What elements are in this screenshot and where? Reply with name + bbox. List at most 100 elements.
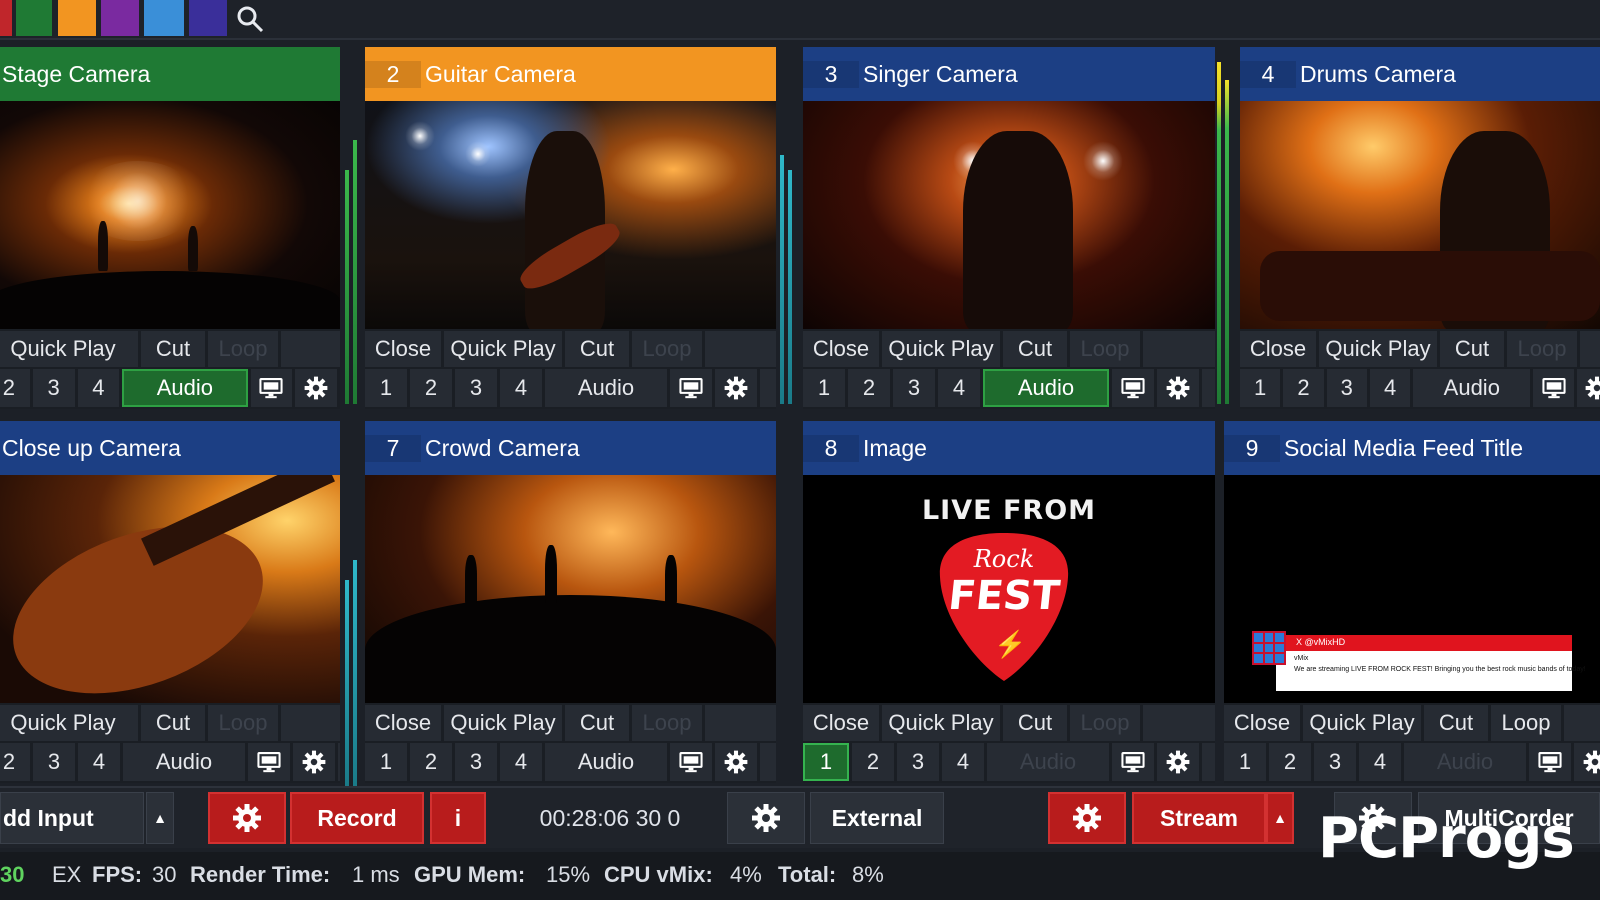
overlay-4-button[interactable]: 4	[938, 369, 980, 407]
spare-button[interactable]	[1202, 369, 1215, 407]
loop-button[interactable]: Loop	[1070, 331, 1140, 367]
overlay-3-button[interactable]: 3	[455, 369, 497, 407]
color-swatch-indigo[interactable]	[189, 0, 227, 36]
loop-button[interactable]: Loop	[1491, 705, 1561, 741]
input-settings-button[interactable]	[715, 369, 757, 407]
external-button[interactable]: External	[810, 792, 944, 844]
overlay-4-button[interactable]: 4	[500, 369, 542, 407]
overlay-3-button[interactable]: 3	[897, 743, 939, 781]
preview-monitor-button[interactable]	[1112, 369, 1154, 407]
overlay-4-button[interactable]: 4	[78, 743, 120, 781]
record-info-button[interactable]: i	[430, 792, 486, 844]
add-input-dropdown[interactable]: ▲	[146, 792, 174, 844]
overlay-1-button[interactable]: 1	[803, 743, 849, 781]
spare-button[interactable]	[1564, 705, 1600, 741]
overlay-3-button[interactable]: 3	[455, 743, 497, 781]
input-settings-button[interactable]	[715, 743, 757, 781]
audio-button[interactable]: Audio	[1413, 369, 1531, 407]
preview-monitor-button[interactable]	[670, 369, 712, 407]
loop-button[interactable]: Loop	[1070, 705, 1140, 741]
loop-button[interactable]: Loop	[208, 705, 278, 741]
quick-play-button[interactable]: Quick Play	[1303, 705, 1421, 741]
stream-settings-button[interactable]	[1048, 792, 1126, 844]
record-settings-button[interactable]	[208, 792, 286, 844]
spare-button[interactable]	[760, 743, 776, 781]
preview-monitor-button[interactable]	[1112, 743, 1154, 781]
cut-button[interactable]: Cut	[1424, 705, 1488, 741]
loop-button[interactable]: Loop	[1507, 331, 1577, 367]
input-header[interactable]: 3 Singer Camera	[803, 47, 1215, 101]
overlay-2-button[interactable]: 2	[0, 743, 30, 781]
color-swatch-orange[interactable]	[58, 0, 96, 36]
overlay-1-button[interactable]: 1	[365, 369, 407, 407]
cut-button[interactable]: Cut	[1003, 331, 1067, 367]
input-header[interactable]: 4 Drums Camera	[1240, 47, 1600, 101]
input-tile[interactable]: Close up Camera Quick Play Cut Loop 2 3 4 Audio	[0, 421, 340, 783]
color-swatch-purple[interactable]	[101, 0, 139, 36]
overlay-4-button[interactable]: 4	[77, 369, 120, 407]
quick-play-button[interactable]: Quick Play	[882, 705, 1000, 741]
close-button[interactable]: Close	[1240, 331, 1316, 367]
spare-button[interactable]	[1143, 331, 1215, 367]
input-preview[interactable]	[365, 101, 776, 329]
overlay-3-button[interactable]: 3	[33, 743, 75, 781]
input-settings-button[interactable]	[293, 743, 335, 781]
input-preview[interactable]	[0, 475, 340, 703]
input-preview[interactable]	[0, 101, 340, 329]
loop-button[interactable]: Loop	[632, 331, 702, 367]
input-tile[interactable]: 8 Image LIVE FROM Rock FEST ⚡ Close Quick Play C…	[803, 421, 1215, 783]
preview-monitor-button[interactable]	[250, 369, 293, 407]
spare-button[interactable]	[705, 705, 776, 741]
input-header[interactable]: 9 Social Media Feed Title	[1224, 421, 1600, 475]
spare-button[interactable]	[281, 331, 340, 367]
spare-button[interactable]	[281, 705, 340, 741]
overlay-3-button[interactable]: 3	[1314, 743, 1356, 781]
close-button[interactable]: Close	[365, 705, 441, 741]
cut-button[interactable]: Cut	[141, 331, 205, 367]
quick-play-button[interactable]: Quick Play	[444, 331, 562, 367]
audio-button[interactable]: Audio	[122, 369, 248, 407]
input-tile[interactable]: 2 Guitar Camera Close Quick Play Cut Loop 1 2 3 4…	[365, 47, 776, 409]
spare-button[interactable]	[1202, 743, 1215, 781]
close-button[interactable]: Close	[1224, 705, 1300, 741]
overlay-3-button[interactable]: 3	[1326, 369, 1367, 407]
color-swatch-green[interactable]	[16, 0, 52, 36]
close-button[interactable]: Close	[803, 331, 879, 367]
audio-button[interactable]: Audio	[545, 369, 667, 407]
search-button[interactable]	[232, 2, 268, 36]
input-header[interactable]: Stage Camera	[0, 47, 340, 101]
input-preview[interactable]: LIVE FROM Rock FEST ⚡	[803, 475, 1215, 703]
input-header[interactable]: 7 Crowd Camera	[365, 421, 776, 475]
spare-button[interactable]	[760, 369, 776, 407]
overlay-4-button[interactable]: 4	[1359, 743, 1401, 781]
audio-button[interactable]: Audio	[983, 369, 1109, 407]
quick-play-button[interactable]: Quick Play	[1319, 331, 1437, 367]
preview-monitor-button[interactable]	[1529, 743, 1571, 781]
stream-dropdown[interactable]: ▲	[1266, 792, 1294, 844]
overlay-1-button[interactable]: 1	[803, 369, 845, 407]
input-settings-button[interactable]	[1157, 743, 1199, 781]
input-tile[interactable]: 4 Drums Camera Close Quick Play Cut Loop 1 2 3 4 A…	[1240, 47, 1600, 409]
loop-button[interactable]: Loop	[632, 705, 702, 741]
input-tile[interactable]: 3 Singer Camera Close Quick Play Cut Loop 1 2 3 4…	[803, 47, 1215, 409]
spare-button[interactable]	[705, 331, 776, 367]
color-swatch-light-blue[interactable]	[144, 0, 184, 36]
input-preview[interactable]	[1240, 101, 1600, 329]
audio-button[interactable]: Audio	[545, 743, 667, 781]
input-preview[interactable]: X @vMixHD vMix We are streaming LIVE FROM …	[1224, 475, 1600, 703]
cut-button[interactable]: Cut	[565, 331, 629, 367]
audio-button[interactable]: Audio	[123, 743, 245, 781]
overlay-2-button[interactable]: 2	[410, 369, 452, 407]
input-settings-button[interactable]	[295, 369, 338, 407]
record-button[interactable]: Record	[290, 792, 424, 844]
audio-button[interactable]: Audio	[987, 743, 1109, 781]
cut-button[interactable]: Cut	[565, 705, 629, 741]
input-tile[interactable]: 9 Social Media Feed Title X @vMixHD vMix We …	[1224, 421, 1600, 783]
overlay-4-button[interactable]: 4	[500, 743, 542, 781]
preview-monitor-button[interactable]	[670, 743, 712, 781]
spare-button[interactable]	[338, 743, 340, 781]
color-swatch-red[interactable]	[0, 0, 12, 36]
overlay-2-button[interactable]: 2	[0, 369, 30, 407]
close-button[interactable]: Close	[803, 705, 879, 741]
input-preview[interactable]	[803, 101, 1215, 329]
